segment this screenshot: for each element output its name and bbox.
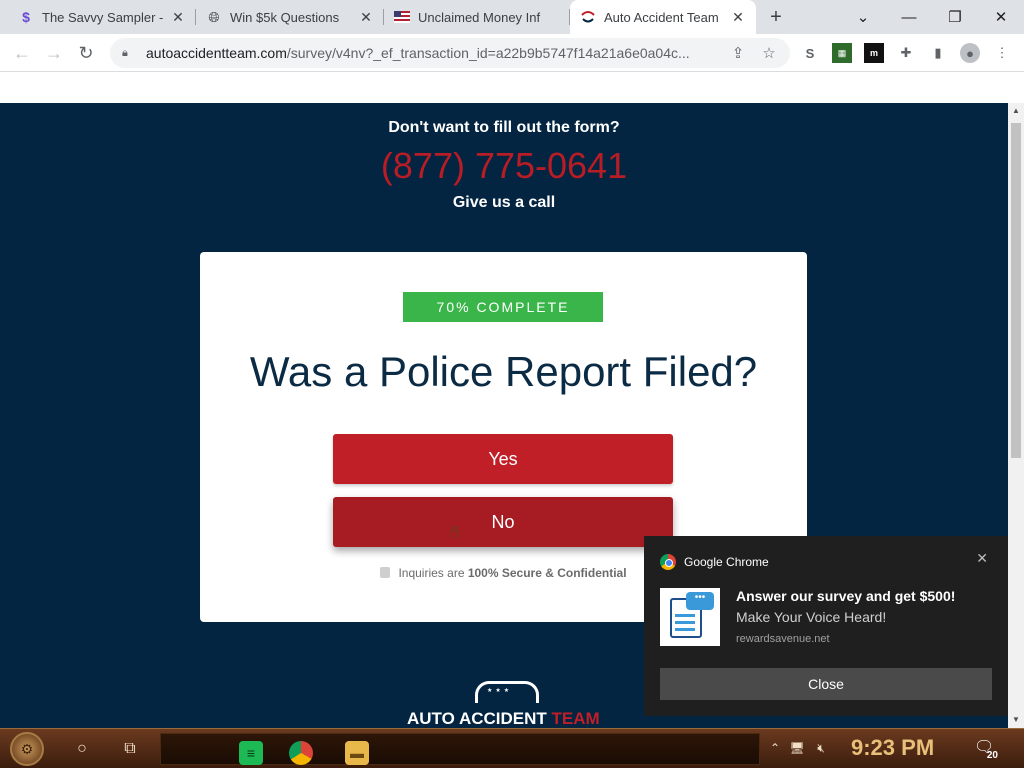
windows-taskbar: ⚙ ○ ⧉ ≡ ▬ ⌃ 🖥︎ 🔇︎ 9:23 PM 🗨︎ 20 — [0, 728, 1024, 768]
side-panel-icon[interactable]: ▮ — [928, 43, 948, 63]
scroll-thumb[interactable] — [1011, 123, 1021, 458]
close-icon[interactable]: ✕ — [976, 550, 988, 567]
forward-button[interactable]: → — [40, 39, 68, 67]
auto-accident-team-logo: ★★★ AUTO ACCIDENT TEAM — [405, 681, 605, 728]
profile-avatar-icon[interactable]: ● — [960, 43, 980, 63]
us-flag-icon — [394, 9, 410, 25]
notification-source: rewardsavenue.net — [736, 633, 830, 645]
tab-unclaimed-money[interactable]: Unclaimed Money Inf — [384, 0, 570, 34]
tab-savvy-sampler[interactable]: $ The Savvy Sampler - ✕ — [8, 0, 196, 34]
notification-title: Answer our survey and get $500! — [736, 588, 956, 604]
close-tab-icon[interactable]: ✕ — [358, 9, 374, 25]
cta-question: Don't want to fill out the form? — [388, 119, 620, 136]
chrome-notification[interactable]: Google Chrome ✕ ••• Answer our survey an… — [644, 536, 1008, 716]
scroll-up-arrow-icon[interactable]: ▲ — [1008, 103, 1024, 117]
reload-button[interactable]: ↻ — [72, 39, 100, 67]
address-bar[interactable]: 🔒︎ autoaccidentteam.com/survey/v4nv?_ef_… — [110, 38, 790, 68]
survey-clipboard-icon: ••• — [660, 588, 720, 646]
logo-stars-icon: ★★★ — [487, 688, 513, 694]
progress-badge: 70% COMPLETE — [403, 292, 603, 322]
menu-kebab-icon[interactable]: ⋮ — [992, 43, 1012, 63]
pinned-apps-area: ≡ ▬ — [160, 733, 760, 765]
bookmark-star-icon[interactable]: ☆ — [758, 42, 780, 64]
tab-title: Unclaimed Money Inf — [418, 9, 541, 25]
notes-app-icon[interactable]: ≡ — [239, 741, 263, 765]
question-heading: Was a Police Report Filed? — [249, 348, 758, 395]
dollar-s-icon: $ — [22, 9, 30, 25]
chrome-app-icon[interactable] — [289, 741, 313, 765]
system-clock[interactable]: 9:23 PM — [851, 735, 934, 761]
chrome-logo-icon — [660, 554, 676, 570]
close-window-button[interactable]: ✕ — [978, 0, 1024, 34]
tab-title: Auto Accident Team — [604, 9, 719, 25]
tab-search-icon[interactable]: ⌄ — [840, 0, 886, 34]
page-top-band — [0, 72, 1008, 103]
share-icon[interactable]: ⇪ — [727, 42, 749, 64]
task-view-icon[interactable]: ⧉ — [118, 737, 142, 761]
page-scrollbar[interactable]: ▲ ▼ — [1008, 103, 1024, 728]
start-button[interactable]: ⚙ — [10, 732, 44, 766]
network-icon[interactable]: 🖥︎ — [788, 739, 806, 757]
tab-title: Win $5k Questions — [230, 9, 340, 25]
close-tab-icon[interactable]: ✕ — [170, 9, 186, 25]
tray-chevron-icon[interactable]: ⌃ — [766, 739, 784, 757]
answer-no-button[interactable]: No — [333, 497, 673, 547]
lock-icon[interactable]: 🔒︎ — [122, 47, 136, 60]
file-explorer-icon[interactable]: ▬ — [345, 741, 369, 765]
cortana-circle-icon[interactable]: ○ — [70, 737, 94, 761]
minimize-button[interactable]: — — [886, 0, 932, 34]
answer-yes-button[interactable]: Yes — [333, 434, 673, 484]
volume-muted-icon[interactable]: 🔇︎ — [812, 739, 830, 757]
browser-toolbar: ← → ↻ 🔒︎ autoaccidentteam.com/survey/v4n… — [0, 34, 1024, 72]
extension-s-icon[interactable]: S — [800, 43, 820, 63]
globe-icon: 🌐︎ — [208, 8, 220, 25]
restore-button[interactable]: ❐ — [932, 0, 978, 34]
tab-auto-accident-team[interactable]: Auto Accident Team ✕ — [570, 0, 756, 34]
extension-m-icon[interactable]: m — [864, 43, 884, 63]
cta-subtext: Give us a call — [452, 194, 556, 211]
close-tab-icon[interactable]: ✕ — [730, 9, 746, 25]
lock-icon — [380, 567, 391, 578]
mouse-cursor-icon: ✋︎ — [450, 522, 461, 542]
url-text: autoaccidentteam.com/survey/v4nv?_ef_tra… — [146, 45, 690, 61]
tab-win-5k[interactable]: 🌐︎ Win $5k Questions ✕ — [196, 0, 384, 34]
new-tab-button[interactable]: + — [764, 5, 788, 29]
smile-arc-icon — [580, 9, 596, 25]
notification-body: Make Your Voice Heard! — [736, 609, 887, 625]
back-button[interactable]: ← — [8, 39, 36, 67]
action-center-icon[interactable]: 🗨︎ 20 — [972, 737, 998, 761]
tab-strip: $ The Savvy Sampler - ✕ 🌐︎ Win $5k Quest… — [0, 0, 1024, 34]
phone-number-link[interactable]: (877) 775-0641 — [0, 145, 1008, 187]
notification-close-button[interactable]: Close — [660, 668, 992, 700]
extensions-puzzle-icon[interactable]: ✚ — [896, 43, 916, 63]
notification-app-name: Google Chrome — [684, 555, 769, 569]
extension-image-icon[interactable]: ▦ — [832, 43, 852, 63]
scroll-down-arrow-icon[interactable]: ▼ — [1008, 712, 1024, 726]
tab-title: The Savvy Sampler - — [42, 9, 164, 25]
